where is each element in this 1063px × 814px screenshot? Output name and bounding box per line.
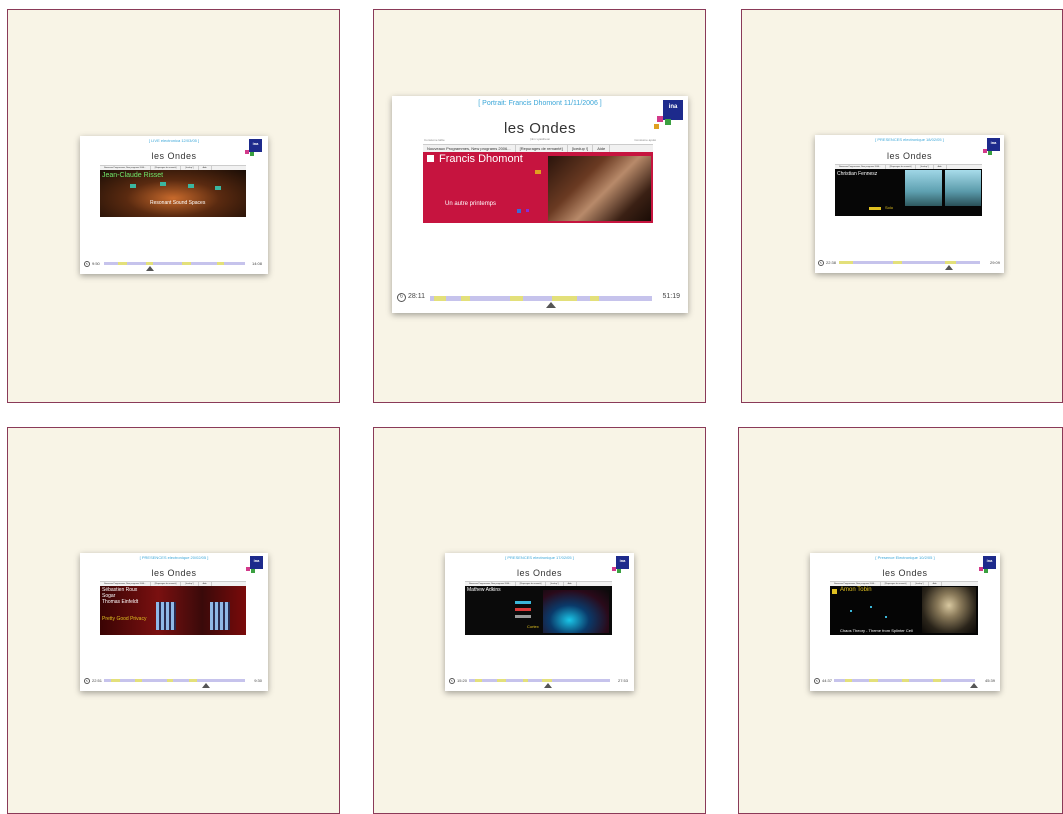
slide-thumbnail[interactable]: [ LIVE electronica 12/03/05 ] ina les On… (80, 136, 268, 274)
total-time: 27:53 (617, 678, 628, 683)
slide-thumbnail[interactable]: [ PRESENCES electronique 18/02/05 ] ina … (815, 135, 1004, 273)
playhead-marker[interactable] (544, 683, 552, 688)
slide-caption: [ PRESENCES electronique 18/02/05 ] (875, 137, 944, 142)
ina-logo-icon: ina (983, 138, 1000, 155)
elapsed-time: ↻ 28:11 (397, 293, 425, 302)
slide-panel-4[interactable]: [ PRESENCES electronique 20/02/05 ] ina … (7, 427, 340, 814)
replay-icon[interactable]: ↻ (84, 261, 90, 267)
artist-name: Mathew Adkins (467, 587, 501, 593)
track-title: Resonant Sound Spaces (150, 200, 206, 206)
site-brand: les Ondes (882, 568, 928, 578)
site-brand: les Ondes (151, 151, 197, 161)
building-photo (905, 170, 942, 206)
cable-icon (869, 207, 881, 210)
slide-caption: [ PRESENCES electronique 17/02/05 ] (505, 555, 574, 560)
artist-name: Jean-Claude Risset (102, 172, 164, 179)
building-photo-2 (945, 170, 981, 206)
speaker-grid (156, 602, 176, 630)
timeline-bar[interactable] (834, 679, 975, 682)
nav-item[interactable]: [Icedup !] (568, 145, 594, 152)
cable-icon (515, 615, 531, 618)
site-brand: les Ondes (503, 120, 577, 137)
elapsed-time: ↻ 44:37 (814, 678, 833, 684)
top-left-link[interactable]: Consiume lable (424, 138, 445, 142)
track-title: Un autre printemps (445, 201, 497, 207)
slide-panel-5[interactable]: [ PRESENCES electronique 17/02/05 ] ina … (373, 427, 706, 814)
replay-icon[interactable]: ↻ (814, 678, 820, 684)
slide-panel-3[interactable]: [ PRESENCES electronique 18/02/05 ] ina … (741, 9, 1063, 403)
cable-icon (515, 601, 531, 604)
square-bullet-icon (427, 155, 434, 162)
artist-name: Francis Dhomont (439, 153, 523, 165)
artist-name: Christian Fennesz (837, 171, 878, 177)
cable-icon (515, 608, 531, 611)
total-time: 9:30 (254, 678, 262, 683)
artist-name: Amon Tobin (840, 587, 872, 593)
timeline-bar[interactable] (430, 296, 652, 301)
artist-photo[interactable]: Mathew Adkins Cortex (465, 586, 612, 635)
nav-item[interactable]: Aide (593, 145, 611, 152)
ina-logo-icon: ina (654, 100, 683, 129)
track-title: Pretty Good Privacy (102, 616, 147, 622)
site-brand: les Ondes (516, 568, 563, 578)
timeline-bar[interactable] (104, 679, 245, 682)
slide-caption: [ LIVE electronica 12/03/05 ] (148, 138, 200, 143)
timeline-bar[interactable] (104, 262, 245, 265)
total-time: 29:09 (989, 260, 1000, 265)
timeline-bar[interactable] (469, 679, 610, 682)
square-bullet-icon (832, 589, 837, 594)
total-time: 45:39 (984, 678, 995, 683)
playhead-marker[interactable] (202, 683, 210, 688)
slide-thumbnail[interactable]: [ PRESENCES electronique 20/02/05 ] ina … (80, 553, 268, 691)
stage-photo[interactable]: Sébastien Roux Sogar Thomas Einfeldt Pre… (100, 586, 246, 635)
playhead-marker[interactable] (970, 683, 978, 688)
slide-thumbnail[interactable]: [ Presence Electronique 10/2/05 ] ina le… (810, 553, 1000, 691)
replay-icon[interactable]: ↻ (449, 678, 455, 684)
track-title: Chaos Theory - Theme from Splinter Cell (840, 628, 913, 633)
artist-photo[interactable]: Francis Dhomont Un autre printemps (423, 152, 653, 223)
concert-photo[interactable]: Jean-Claude Risset Resonant Sound Spaces (100, 170, 246, 217)
track-title: Solo (885, 205, 894, 210)
slide-caption: [ Presence Electronique 10/2/05 ] (875, 555, 935, 560)
elapsed-time: ↻ 15:20 (449, 678, 468, 684)
elapsed-time: ↻ 9:50 (84, 261, 100, 267)
replay-icon[interactable]: ↻ (397, 293, 406, 302)
hands-photo (548, 156, 651, 221)
performer-photo (922, 587, 976, 633)
slide-caption: [ PRESENCES electronique 20/02/05 ] (139, 555, 209, 560)
speaker-grid-2 (210, 602, 230, 630)
slide-panel-1[interactable]: [ LIVE electronica 12/03/05 ] ina les On… (7, 9, 340, 403)
site-brand: les Ondes (886, 151, 933, 161)
slide-thumbnail[interactable]: [ Portrait: Francis Dhomont 11/11/2006 ]… (392, 96, 688, 313)
replay-icon[interactable]: ↻ (818, 260, 824, 266)
playhead-marker[interactable] (146, 266, 154, 271)
total-time: 14:08 (251, 261, 262, 266)
total-time: 51:19 (662, 293, 680, 300)
replay-icon[interactable]: ↻ (84, 678, 90, 684)
artist-name-3: Thomas Einfeldt (102, 599, 139, 605)
elapsed-time: ↻ 22:51 (84, 678, 103, 684)
slide-panel-2[interactable]: [ Portrait: Francis Dhomont 11/11/2006 ]… (373, 9, 706, 403)
site-brand: les Ondes (151, 568, 197, 578)
nav-item[interactable]: Nouveaux Programmes, New programs 2006..… (423, 145, 516, 152)
top-right-link[interactable]: Consiume apulé (634, 138, 656, 142)
slide-panel-6[interactable]: [ Presence Electronique 10/2/05 ] ina le… (738, 427, 1063, 814)
playhead-marker[interactable] (546, 302, 556, 308)
artist-photo[interactable]: Amon Tobin Chaos Theory - Theme from Spl… (830, 586, 978, 635)
elapsed-time: ↻ 22:38 (818, 260, 837, 266)
slide-thumbnail[interactable]: [ PRESENCES electronique 17/02/05 ] ina … (445, 553, 634, 691)
playhead-marker[interactable] (945, 265, 953, 270)
slide-caption: [ Portrait: Francis Dhomont 11/11/2006 ] (478, 100, 602, 107)
artist-photo[interactable]: Christian Fennesz Solo (835, 169, 982, 216)
turntable-photo (543, 590, 609, 633)
track-title: Cortex (527, 624, 539, 629)
nav-item[interactable]: [Repurages de remanté] (516, 145, 568, 152)
timeline-bar[interactable] (839, 261, 980, 264)
